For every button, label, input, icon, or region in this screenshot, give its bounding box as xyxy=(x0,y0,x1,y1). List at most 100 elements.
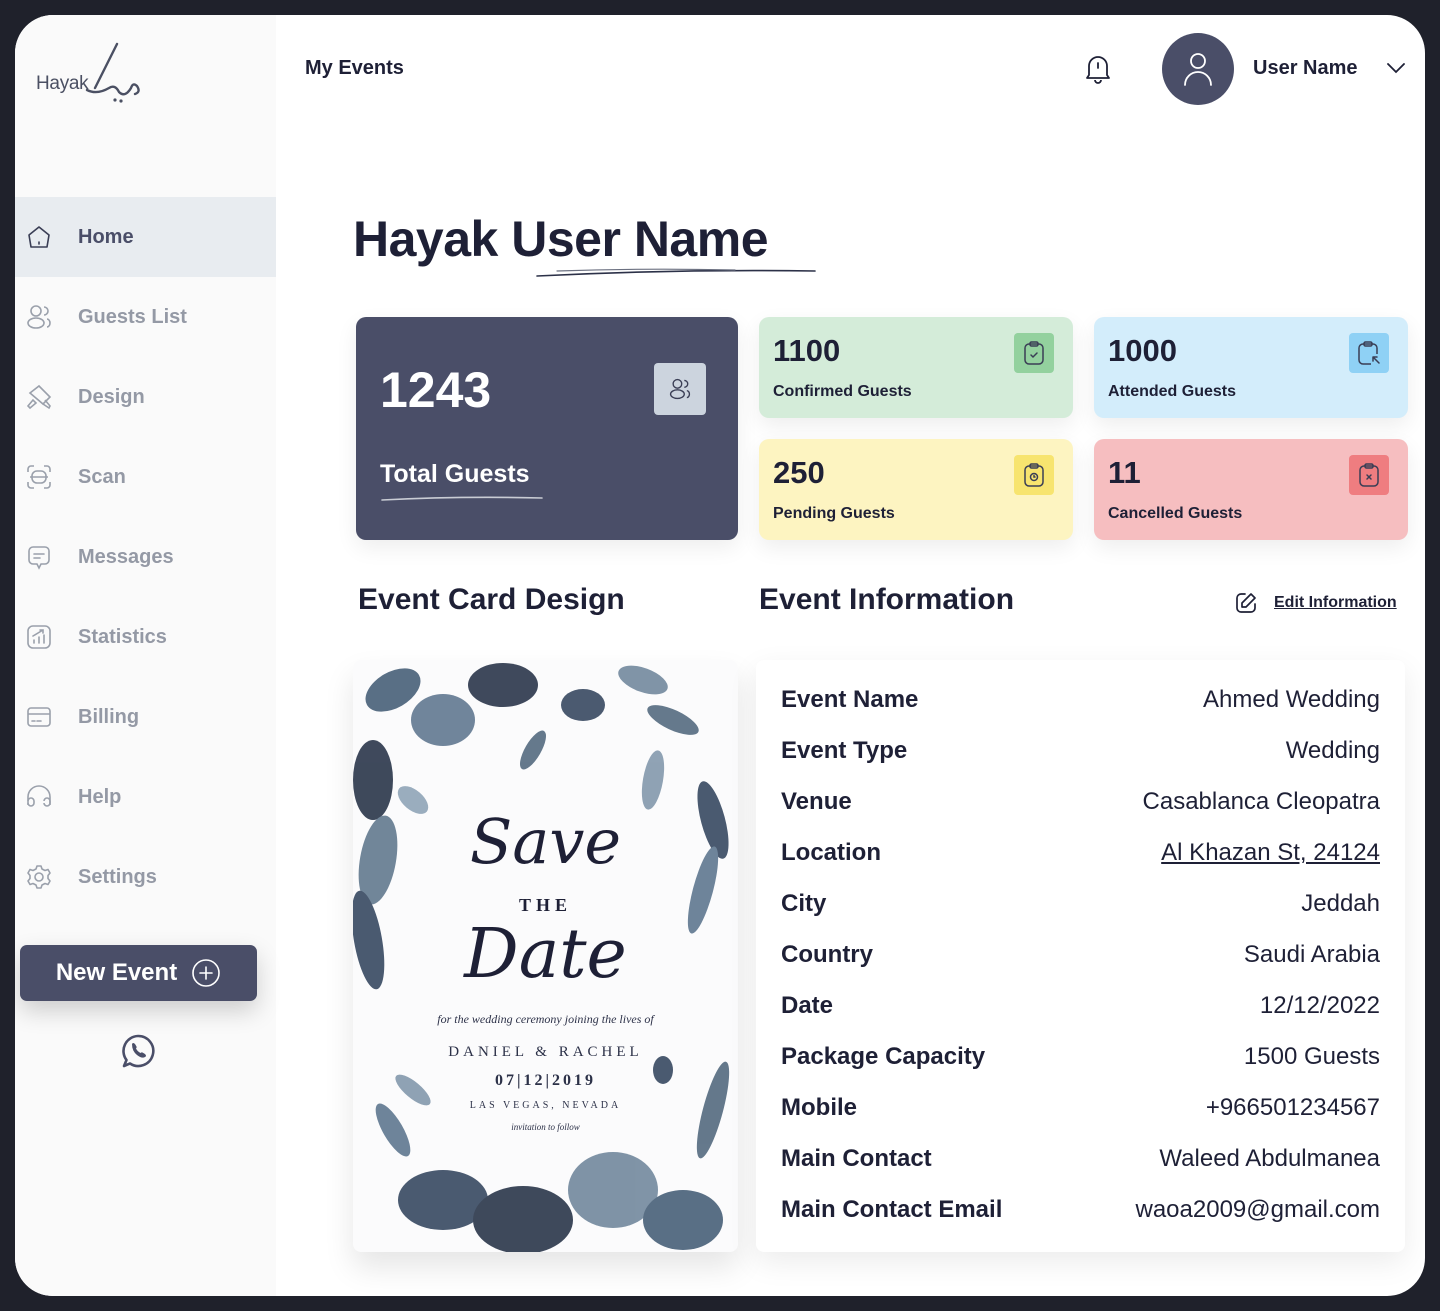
user-name[interactable]: User Name xyxy=(1253,57,1358,80)
info-row-date: Date 12/12/2022 xyxy=(781,986,1380,1026)
info-row-main-contact: Main Contact Waleed Abdulmanea xyxy=(781,1139,1380,1179)
stat-label: Pending Guests xyxy=(773,505,895,522)
invite-place: LAS VEGAS, NEVADA xyxy=(469,1100,622,1111)
invite-the-text: THE xyxy=(518,895,572,915)
stat-label: Cancelled Guests xyxy=(1108,505,1243,522)
info-label: Main Contact Email xyxy=(781,1196,1003,1223)
edit-information-link[interactable]: Edit Information xyxy=(1234,591,1397,615)
new-event-label: New Event xyxy=(55,959,178,986)
breadcrumb[interactable]: My Events xyxy=(305,57,404,80)
plus-circle-icon xyxy=(192,959,220,987)
stat-card-cancelled-guests[interactable]: 11 Cancelled Guests xyxy=(1094,439,1408,540)
info-value: Saudi Arabia xyxy=(1243,941,1380,968)
whatsapp-icon[interactable] xyxy=(120,1033,156,1069)
info-value: waoa2009@gmail.com xyxy=(1135,1196,1381,1223)
info-label: Venue xyxy=(781,788,852,815)
sidebar-item-label: Help xyxy=(78,785,122,808)
brush-underline xyxy=(536,268,816,277)
sidebar-item-label: Guests List xyxy=(78,305,187,328)
stat-card-confirmed-guests[interactable]: 1100 Confirmed Guests xyxy=(759,317,1073,418)
sidebar-item-label: Billing xyxy=(78,705,140,728)
user-icon xyxy=(1184,53,1212,86)
stat-value: 1000 xyxy=(1108,333,1177,368)
section-title-card-design: Event Card Design xyxy=(358,583,625,616)
info-row-event-name: Event Name Ahmed Wedding xyxy=(781,680,1380,720)
sidebar-item-label: Statistics xyxy=(78,625,167,648)
headphones-icon xyxy=(24,782,54,812)
info-label: Date xyxy=(781,992,834,1019)
sidebar-item-label: Home xyxy=(78,225,134,248)
info-value: Jeddah xyxy=(1301,890,1380,917)
stat-value: 11 xyxy=(1108,455,1141,490)
sidebar-item-messages[interactable]: Messages xyxy=(15,517,276,597)
info-value: +966501234567 xyxy=(1205,1094,1380,1121)
clipboard-check-icon xyxy=(1014,333,1054,373)
users-icon xyxy=(654,363,706,415)
sidebar-item-guests-list[interactable]: Guests List xyxy=(15,277,276,357)
info-row-city: City Jeddah xyxy=(781,884,1380,924)
stat-card-attended-guests[interactable]: 1000 Attended Guests xyxy=(1094,317,1408,418)
stat-value: 1100 xyxy=(773,333,841,368)
sidebar-item-label: Design xyxy=(78,385,145,408)
new-event-button[interactable]: New Event xyxy=(20,945,257,1001)
clipboard-x-icon xyxy=(1349,455,1389,495)
info-label: Mobile xyxy=(781,1094,857,1121)
stat-value: 250 xyxy=(773,455,825,490)
notification-bell-icon[interactable] xyxy=(1083,53,1113,85)
section-title-event-info: Event Information xyxy=(759,583,1015,616)
sidebar-item-label: Settings xyxy=(78,865,157,888)
info-label: Country xyxy=(781,941,873,968)
info-row-package-capacity: Package Capacity 1500 Guests xyxy=(781,1037,1380,1077)
info-row-location: Location Al Khazan St, 24124 xyxy=(781,833,1380,873)
sidebar-nav: Home Guests List Design Scan Messages St… xyxy=(15,197,276,917)
info-label: Event Type xyxy=(781,737,908,764)
info-label: City xyxy=(781,890,827,917)
greeting-name: User Name xyxy=(511,211,769,267)
sidebar-item-home[interactable]: Home xyxy=(15,197,276,277)
sidebar-item-label: Scan xyxy=(78,465,126,488)
event-info-panel: Event Name Ahmed Wedding Event Type Wedd… xyxy=(756,660,1405,1252)
info-row-mobile: Mobile +966501234567 xyxy=(781,1088,1380,1128)
sidebar-item-billing[interactable]: Billing xyxy=(15,677,276,757)
info-value: Ahmed Wedding xyxy=(1203,686,1380,713)
event-card-preview[interactable]: Save THE Date for the wedding ceremony j… xyxy=(353,660,738,1252)
invite-date: 07|12|2019 xyxy=(494,1072,597,1089)
stat-label: Attended Guests xyxy=(1108,383,1237,400)
invite-date-text: Date xyxy=(464,915,627,994)
info-label: Event Name xyxy=(781,686,919,713)
info-label: Main Contact xyxy=(781,1145,932,1172)
avatar[interactable] xyxy=(1162,33,1234,105)
info-label: Package Capacity xyxy=(781,1043,986,1070)
logo-calligraphy-icon xyxy=(85,42,140,103)
info-label: Location xyxy=(781,839,881,866)
clipboard-clock-icon xyxy=(1014,455,1054,495)
greeting-prefix: Hayak xyxy=(353,211,498,267)
sidebar-item-help[interactable]: Help xyxy=(15,757,276,837)
home-icon xyxy=(24,222,54,252)
page-title: Hayak User Name xyxy=(353,210,769,268)
info-value: 12/12/2022 xyxy=(1259,992,1380,1019)
info-value: Waleed Abdulmanea xyxy=(1159,1145,1380,1172)
chevron-down-icon[interactable] xyxy=(1385,61,1407,75)
info-row-venue: Venue Casablanca Cleopatra xyxy=(781,782,1380,822)
info-row-event-type: Event Type Wedding xyxy=(781,731,1380,771)
sidebar-item-settings[interactable]: Settings xyxy=(15,837,276,917)
info-row-country: Country Saudi Arabia xyxy=(781,935,1380,975)
design-icon xyxy=(24,382,54,412)
stat-card-pending-guests[interactable]: 250 Pending Guests xyxy=(759,439,1073,540)
stat-label: Total Guests xyxy=(380,460,530,488)
sidebar-item-statistics[interactable]: Statistics xyxy=(15,597,276,677)
stat-card-total-guests[interactable]: 1243 Total Guests xyxy=(356,317,738,540)
invite-follow: invitation to follow xyxy=(511,1122,580,1132)
sidebar-item-scan[interactable]: Scan xyxy=(15,437,276,517)
sidebar: Hayak Home Guests List Design Scan Messa… xyxy=(15,15,276,1296)
info-row-main-contact-email: Main Contact Email waoa2009@gmail.com xyxy=(781,1190,1380,1230)
message-icon xyxy=(24,542,54,572)
billing-icon xyxy=(24,702,54,732)
location-link[interactable]: Al Khazan St, 24124 xyxy=(1161,839,1380,867)
sidebar-item-design[interactable]: Design xyxy=(15,357,276,437)
app-window: Hayak Home Guests List Design Scan Messa… xyxy=(15,15,1425,1296)
invite-names: DANIEL & RACHEL xyxy=(448,1044,643,1060)
info-value: Wedding xyxy=(1285,737,1380,764)
brand-logo[interactable]: Hayak xyxy=(35,40,145,115)
